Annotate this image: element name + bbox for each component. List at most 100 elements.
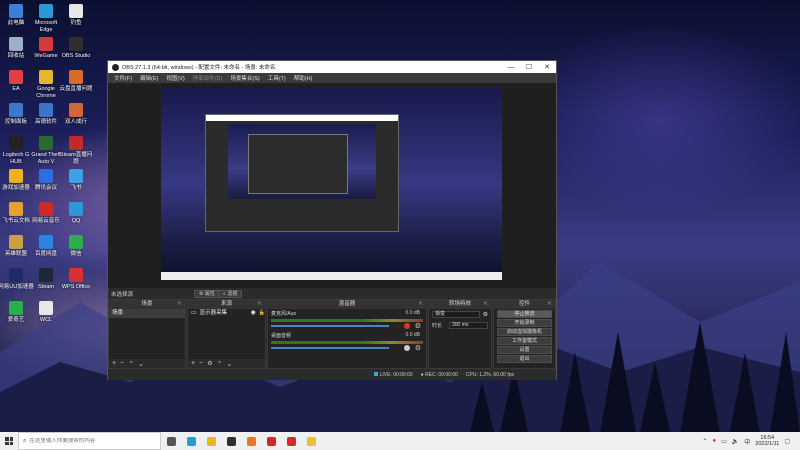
remove-icon[interactable]: − bbox=[120, 360, 124, 367]
app-icon bbox=[9, 70, 23, 84]
network-icon[interactable]: ▭ bbox=[721, 438, 727, 445]
add-icon[interactable]: + bbox=[191, 360, 195, 367]
mixer-track-db: 0.0 dB bbox=[405, 310, 420, 316]
scenes-dock-toolbar: + − ⌃ ⌄ bbox=[109, 359, 185, 368]
chrome-icon bbox=[206, 436, 216, 446]
dock-pin-icon[interactable]: ⇱ bbox=[548, 300, 552, 309]
desktop-icon[interactable]: 云盘直播问题 bbox=[58, 70, 94, 93]
muted-speaker-icon[interactable] bbox=[404, 323, 410, 329]
desktop-icon[interactable]: 双人成行 bbox=[58, 103, 94, 126]
scenes-dock-title: 场景 bbox=[141, 301, 153, 307]
transitions-dock-title: 转场特效 bbox=[448, 301, 471, 307]
dock-pin-icon[interactable]: ⇱ bbox=[258, 300, 262, 309]
desktop-icon[interactable]: 钓鱼 bbox=[58, 4, 94, 27]
lock-icon[interactable]: 🔓 bbox=[259, 309, 265, 318]
notification-icon[interactable]: ▢ bbox=[784, 438, 790, 445]
source-item-label: 显示器采集 bbox=[199, 310, 228, 316]
start-virtual-camera-button[interactable]: 启动虚拟摄像机 bbox=[497, 328, 552, 336]
dock-pin-icon[interactable]: ⇱ bbox=[484, 300, 488, 309]
gear-icon[interactable]: ⚙ bbox=[415, 322, 421, 330]
preview-canvas[interactable] bbox=[161, 88, 502, 280]
desktop-icon[interactable]: QQ bbox=[58, 202, 94, 225]
desktop-icon[interactable]: Steam直播问题 bbox=[58, 136, 94, 165]
app-icon bbox=[39, 103, 53, 117]
settings-button[interactable]: 设置 bbox=[497, 346, 552, 354]
dock-pin-icon[interactable]: ⇱ bbox=[419, 300, 423, 309]
gear-icon[interactable]: ⚙ bbox=[483, 311, 488, 318]
obs-titlebar[interactable]: OBS 27.1.3 (64-bit, windows) - 配置文件: 未命名… bbox=[108, 61, 556, 73]
app-icon bbox=[69, 70, 83, 84]
dock-pin-icon[interactable]: ⇱ bbox=[178, 300, 182, 309]
sources-dock: 来源 ⇱ ▭ 显示器采集 ◉ 🔓 + − ⚙ ⌃ ⌄ bbox=[187, 299, 266, 369]
desktop-icon-label: 飞书 bbox=[70, 185, 82, 191]
desktop-icon[interactable]: OBS Studio bbox=[58, 37, 94, 60]
move-down-icon[interactable]: ⌄ bbox=[226, 360, 232, 368]
menu-help[interactable]: 帮助(H) bbox=[290, 74, 317, 82]
app-icon bbox=[69, 37, 83, 51]
volume-slider[interactable] bbox=[271, 325, 389, 327]
app-icon bbox=[39, 136, 53, 150]
speaker-icon[interactable] bbox=[404, 345, 410, 351]
clock[interactable]: 16:54 2022/1/11 bbox=[755, 435, 779, 448]
app-icon bbox=[39, 301, 53, 315]
close-button[interactable]: ✕ bbox=[538, 63, 556, 71]
app-icon bbox=[9, 136, 23, 150]
duration-field[interactable]: 300 ms bbox=[449, 322, 488, 329]
menu-view[interactable]: 视图(V) bbox=[162, 74, 188, 82]
move-down-icon[interactable]: ⌄ bbox=[138, 360, 144, 368]
gear-icon[interactable]: ⚙ bbox=[415, 344, 421, 352]
taskbar-search[interactable]: ⌕ bbox=[18, 432, 161, 450]
menu-file[interactable]: 文件(F) bbox=[110, 74, 136, 82]
start-recording-button[interactable]: 开始录制 bbox=[497, 319, 552, 327]
taskbar-app-task-view[interactable] bbox=[161, 432, 181, 450]
start-button[interactable] bbox=[0, 432, 18, 450]
add-icon[interactable]: + bbox=[112, 360, 116, 367]
app-icon bbox=[39, 169, 53, 183]
ime-indicator[interactable]: 中 bbox=[744, 437, 750, 446]
desktop-icon-label: WPS Office bbox=[61, 284, 91, 290]
app-icon bbox=[9, 235, 23, 249]
controls-dock: 控件 ⇱ 停止推流 开始录制 启动虚拟摄像机 工作室模式 设置 退出 bbox=[493, 299, 556, 369]
menu-tools[interactable]: 工具(T) bbox=[264, 74, 290, 82]
menu-docks[interactable]: 停靠部件(D) bbox=[189, 74, 227, 82]
transition-type-select[interactable]: 渐变 bbox=[432, 311, 480, 318]
scene-item[interactable]: 场景 bbox=[109, 309, 185, 318]
system-tray: ⌃ ● ▭ 🔈 中 16:54 2022/1/11 ▢ bbox=[702, 435, 800, 448]
properties-button[interactable]: ⚙ 属性 bbox=[194, 289, 220, 298]
move-up-icon[interactable]: ⌃ bbox=[128, 360, 134, 368]
search-input[interactable] bbox=[29, 438, 150, 444]
volume-slider[interactable] bbox=[271, 347, 389, 349]
desktop-icon[interactable]: 微信 bbox=[58, 235, 94, 258]
move-up-icon[interactable]: ⌃ bbox=[217, 360, 223, 368]
desktop-icon-label: WCL bbox=[39, 317, 53, 323]
taskbar-app-obs[interactable] bbox=[221, 432, 241, 450]
source-item[interactable]: ▭ 显示器采集 ◉ 🔓 bbox=[188, 309, 265, 318]
taskbar-app-edge[interactable] bbox=[181, 432, 201, 450]
taskbar-app-chrome[interactable] bbox=[201, 432, 221, 450]
studio-mode-button[interactable]: 工作室模式 bbox=[497, 337, 552, 345]
taskbar-app-file-explorer[interactable] bbox=[301, 432, 321, 450]
visibility-eye-icon[interactable]: ◉ bbox=[251, 309, 256, 318]
desktop-icon-label: 微信 bbox=[70, 251, 82, 257]
monitor-icon: ▭ bbox=[191, 310, 197, 316]
cpu-status: CPU: 1.2%, 60.00 fps bbox=[465, 371, 514, 378]
no-source-selected-label: 未选择源 bbox=[111, 291, 134, 298]
taskbar-app-app-red[interactable] bbox=[281, 432, 301, 450]
taskbar-app-netease[interactable] bbox=[261, 432, 281, 450]
maximize-button[interactable]: ☐ bbox=[520, 63, 538, 71]
desktop-icon[interactable]: 飞书 bbox=[58, 169, 94, 192]
remove-icon[interactable]: − bbox=[199, 360, 203, 367]
gear-icon[interactable]: ⚙ bbox=[207, 360, 212, 367]
tray-app-icon[interactable]: ● bbox=[712, 438, 716, 444]
exit-button[interactable]: 退出 bbox=[497, 355, 552, 363]
desktop-icon[interactable]: WPS Office bbox=[58, 268, 94, 291]
volume-icon[interactable]: 🔈 bbox=[732, 438, 739, 445]
chevron-up-icon[interactable]: ⌃ bbox=[702, 438, 707, 445]
menu-edit[interactable]: 编辑(E) bbox=[136, 74, 162, 82]
stop-streaming-button[interactable]: 停止推流 bbox=[497, 310, 552, 318]
taskbar-app-app-orange[interactable] bbox=[241, 432, 261, 450]
desktop-icon[interactable]: WCL bbox=[28, 301, 64, 324]
menu-scene-collection[interactable]: 场景集合(S) bbox=[226, 74, 263, 82]
minimize-button[interactable]: — bbox=[502, 64, 520, 71]
filters-button[interactable]: ◐ 滤镜 bbox=[218, 289, 243, 298]
